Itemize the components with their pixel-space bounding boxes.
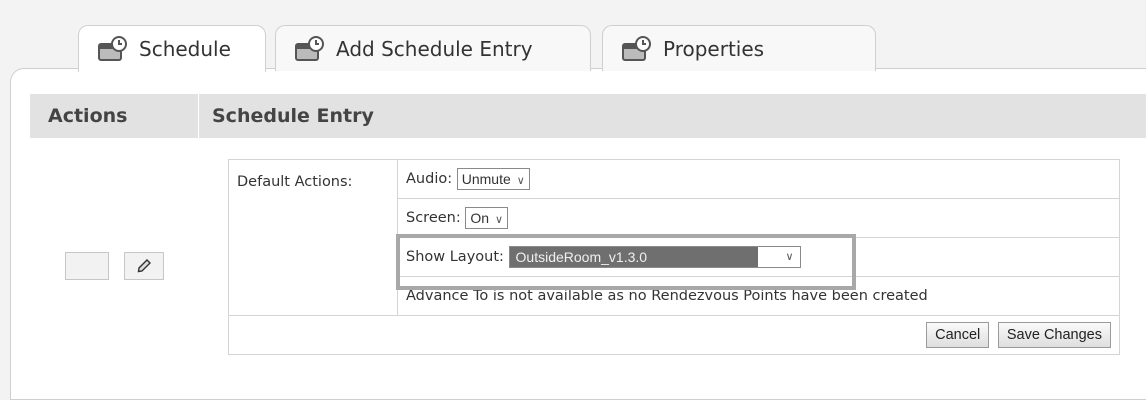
column-divider: [198, 94, 199, 138]
audio-value: Unmute: [461, 171, 511, 187]
pencil-icon: [137, 259, 151, 273]
default-actions-label: Default Actions:: [228, 159, 398, 316]
blank-action-button[interactable]: [65, 252, 109, 280]
audio-label: Audio:: [406, 171, 453, 187]
tab-properties[interactable]: Properties: [602, 25, 876, 71]
layout-cell: Show Layout: OutsideRoom_v1.3.0 ∨: [397, 237, 1120, 277]
calendar-icon: [294, 35, 326, 63]
save-changes-button[interactable]: Save Changes: [997, 322, 1111, 348]
tab-label: Add Schedule Entry: [336, 36, 533, 61]
screen-label: Screen:: [406, 210, 461, 226]
button-cell: Cancel Save Changes: [228, 315, 1120, 355]
layout-value: OutsideRoom_v1.3.0: [509, 247, 758, 267]
actions-column-header: Actions: [48, 105, 128, 127]
screen-cell: Screen: On ∨: [397, 198, 1120, 238]
chevron-down-icon: ∨: [495, 214, 504, 226]
schedule-entry-column-header: Schedule Entry: [212, 105, 374, 127]
chevron-down-icon: ∨: [516, 175, 525, 187]
edit-button[interactable]: [124, 252, 164, 280]
advance-note: Advance To is not available as no Rendez…: [397, 276, 1120, 316]
tab-label: Schedule: [139, 37, 231, 61]
table-row: Cancel Save Changes: [228, 315, 1120, 355]
layout-label: Show Layout:: [406, 249, 504, 265]
calendar-icon: [621, 35, 653, 63]
tab-add-schedule-entry[interactable]: Add Schedule Entry: [275, 25, 591, 71]
tab-label: Properties: [663, 36, 765, 61]
tab-schedule[interactable]: Schedule: [78, 25, 266, 72]
schedule-entry-table: Default Actions: Audio: Unmute ∨ Screen: …: [228, 159, 1120, 355]
audio-select[interactable]: Unmute ∨: [456, 168, 530, 190]
screen-value: On: [470, 210, 490, 226]
layout-select[interactable]: OutsideRoom_v1.3.0 ∨: [508, 246, 801, 268]
audio-cell: Audio: Unmute ∨: [397, 159, 1120, 199]
table-row: Default Actions: Audio: Unmute ∨: [228, 159, 1120, 316]
column-header-bar: Actions Schedule Entry: [30, 94, 1146, 138]
calendar-icon: [97, 35, 129, 63]
screen-select[interactable]: On ∨: [465, 207, 509, 229]
chevron-down-icon: ∨: [785, 251, 794, 263]
cancel-button[interactable]: Cancel: [926, 322, 990, 348]
